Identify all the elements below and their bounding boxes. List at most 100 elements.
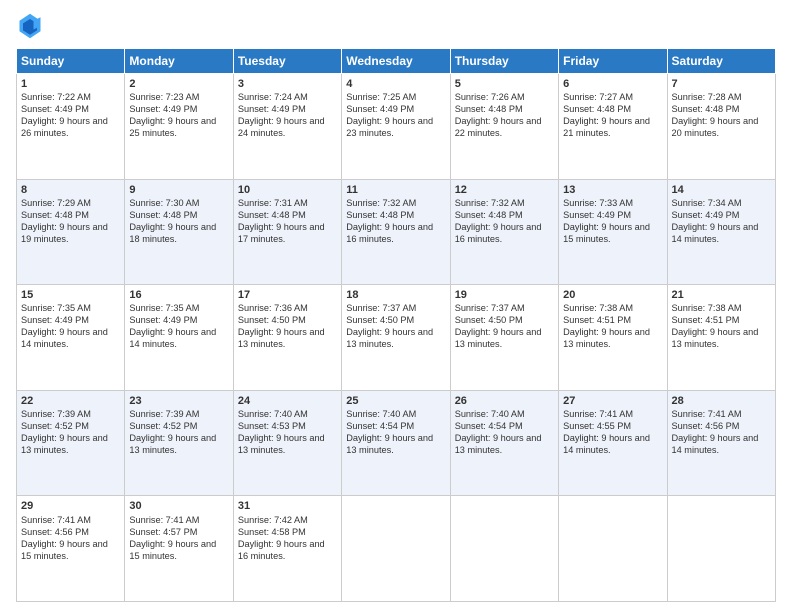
daylight-label: Daylight: 9 hours and 14 minutes.: [563, 433, 650, 455]
day-cell: 31Sunrise: 7:42 AMSunset: 4:58 PMDayligh…: [233, 496, 341, 602]
day-cell: [342, 496, 450, 602]
day-cell: 17Sunrise: 7:36 AMSunset: 4:50 PMDayligh…: [233, 285, 341, 391]
sunrise-label: Sunrise: 7:35 AM: [21, 303, 91, 313]
sunset-label: Sunset: 4:54 PM: [346, 421, 414, 431]
sunset-label: Sunset: 4:49 PM: [21, 104, 89, 114]
sunset-label: Sunset: 4:48 PM: [455, 104, 523, 114]
daylight-label: Daylight: 9 hours and 13 minutes.: [455, 327, 542, 349]
day-cell: [559, 496, 667, 602]
day-number: 12: [455, 183, 554, 197]
day-cell: 22Sunrise: 7:39 AMSunset: 4:52 PMDayligh…: [17, 390, 125, 496]
day-cell: 28Sunrise: 7:41 AMSunset: 4:56 PMDayligh…: [667, 390, 775, 496]
sunset-label: Sunset: 4:53 PM: [238, 421, 306, 431]
sunrise-label: Sunrise: 7:28 AM: [672, 92, 742, 102]
day-number: 1: [21, 77, 120, 91]
week-row-1: 1Sunrise: 7:22 AM Sunset: 4:49 PM Daylight…: [17, 74, 776, 180]
day-number: 3: [238, 77, 337, 91]
sunset-label: Sunset: 4:48 PM: [129, 210, 197, 220]
daylight-label: Daylight: 9 hours and 15 minutes.: [129, 539, 216, 561]
sunset-label: Sunset: 4:52 PM: [21, 421, 89, 431]
sunset-label: Sunset: 4:52 PM: [129, 421, 197, 431]
day-number: 13: [563, 183, 662, 197]
daylight-label: Daylight: 9 hours and 25 minutes.: [129, 116, 216, 138]
daylight-label: Daylight: 9 hours and 13 minutes.: [455, 433, 542, 455]
sunrise-label: Sunrise: 7:27 AM: [563, 92, 633, 102]
sunrise-label: Sunrise: 7:38 AM: [563, 303, 633, 313]
logo: [16, 12, 48, 40]
sunset-label: Sunset: 4:49 PM: [672, 210, 740, 220]
daylight-label: Daylight: 9 hours and 14 minutes.: [21, 327, 108, 349]
col-header-tuesday: Tuesday: [233, 49, 341, 74]
day-number: 2: [129, 77, 228, 91]
sunset-label: Sunset: 4:56 PM: [21, 527, 89, 537]
day-cell: 14Sunrise: 7:34 AMSunset: 4:49 PMDayligh…: [667, 179, 775, 285]
day-cell: 2Sunrise: 7:23 AM Sunset: 4:49 PM Daylight…: [125, 74, 233, 180]
day-cell: [450, 496, 558, 602]
day-cell: 9Sunrise: 7:30 AMSunset: 4:48 PMDaylight…: [125, 179, 233, 285]
day-cell: 26Sunrise: 7:40 AMSunset: 4:54 PMDayligh…: [450, 390, 558, 496]
sunrise-label: Sunrise: 7:40 AM: [238, 409, 308, 419]
day-cell: 30Sunrise: 7:41 AMSunset: 4:57 PMDayligh…: [125, 496, 233, 602]
day-cell: 5Sunrise: 7:26 AM Sunset: 4:48 PM Daylight…: [450, 74, 558, 180]
day-number: 30: [129, 499, 228, 513]
sunrise-label: Sunrise: 7:38 AM: [672, 303, 742, 313]
sunset-label: Sunset: 4:48 PM: [238, 210, 306, 220]
day-number: 22: [21, 394, 120, 408]
day-number: 27: [563, 394, 662, 408]
sunset-label: Sunset: 4:48 PM: [455, 210, 523, 220]
daylight-label: Daylight: 9 hours and 15 minutes.: [21, 539, 108, 561]
calendar-table: SundayMondayTuesdayWednesdayThursdayFrid…: [16, 48, 776, 602]
day-number: 5: [455, 77, 554, 91]
daylight-label: Daylight: 9 hours and 13 minutes.: [672, 327, 759, 349]
sunrise-label: Sunrise: 7:25 AM: [346, 92, 416, 102]
week-row-2: 8Sunrise: 7:29 AMSunset: 4:48 PMDaylight…: [17, 179, 776, 285]
sunset-label: Sunset: 4:49 PM: [21, 315, 89, 325]
sunrise-label: Sunrise: 7:39 AM: [129, 409, 199, 419]
day-number: 23: [129, 394, 228, 408]
col-header-monday: Monday: [125, 49, 233, 74]
day-number: 31: [238, 499, 337, 513]
sunrise-label: Sunrise: 7:40 AM: [346, 409, 416, 419]
col-header-friday: Friday: [559, 49, 667, 74]
sunrise-label: Sunrise: 7:22 AM: [21, 92, 91, 102]
sunset-label: Sunset: 4:48 PM: [672, 104, 740, 114]
day-number: 14: [672, 183, 771, 197]
day-cell: 21Sunrise: 7:38 AMSunset: 4:51 PMDayligh…: [667, 285, 775, 391]
day-cell: 19Sunrise: 7:37 AMSunset: 4:50 PMDayligh…: [450, 285, 558, 391]
logo-icon: [16, 12, 44, 40]
day-number: 21: [672, 288, 771, 302]
sunrise-label: Sunrise: 7:30 AM: [129, 198, 199, 208]
header: [16, 12, 776, 40]
sunrise-label: Sunrise: 7:37 AM: [455, 303, 525, 313]
sunrise-label: Sunrise: 7:33 AM: [563, 198, 633, 208]
sunrise-label: Sunrise: 7:35 AM: [129, 303, 199, 313]
day-cell: 6Sunrise: 7:27 AMSunset: 4:48 PMDaylight…: [559, 74, 667, 180]
sunrise-label: Sunrise: 7:23 AM: [129, 92, 199, 102]
header-row: SundayMondayTuesdayWednesdayThursdayFrid…: [17, 49, 776, 74]
sunrise-label: Sunrise: 7:26 AM: [455, 92, 525, 102]
daylight-label: Daylight: 9 hours and 13 minutes.: [238, 433, 325, 455]
daylight-label: Daylight: 9 hours and 13 minutes.: [346, 327, 433, 349]
sunset-label: Sunset: 4:49 PM: [129, 104, 197, 114]
sunset-label: Sunset: 4:48 PM: [346, 210, 414, 220]
daylight-label: Daylight: 9 hours and 14 minutes.: [672, 222, 759, 244]
daylight-label: Daylight: 9 hours and 13 minutes.: [563, 327, 650, 349]
col-header-thursday: Thursday: [450, 49, 558, 74]
daylight-label: Daylight: 9 hours and 24 minutes.: [238, 116, 325, 138]
day-cell: 27Sunrise: 7:41 AMSunset: 4:55 PMDayligh…: [559, 390, 667, 496]
day-number: 6: [563, 77, 662, 91]
day-cell: 15Sunrise: 7:35 AMSunset: 4:49 PMDayligh…: [17, 285, 125, 391]
page: SundayMondayTuesdayWednesdayThursdayFrid…: [0, 0, 792, 612]
daylight-label: Daylight: 9 hours and 26 minutes.: [21, 116, 108, 138]
day-number: 25: [346, 394, 445, 408]
daylight-label: Daylight: 9 hours and 22 minutes.: [455, 116, 542, 138]
sunset-label: Sunset: 4:58 PM: [238, 527, 306, 537]
sunrise-label: Sunrise: 7:32 AM: [346, 198, 416, 208]
daylight-label: Daylight: 9 hours and 15 minutes.: [563, 222, 650, 244]
sunset-label: Sunset: 4:57 PM: [129, 527, 197, 537]
daylight-label: Daylight: 9 hours and 17 minutes.: [238, 222, 325, 244]
sunrise-label: Sunrise: 7:41 AM: [563, 409, 633, 419]
col-header-wednesday: Wednesday: [342, 49, 450, 74]
daylight-label: Daylight: 9 hours and 13 minutes.: [238, 327, 325, 349]
day-cell: 24Sunrise: 7:40 AMSunset: 4:53 PMDayligh…: [233, 390, 341, 496]
